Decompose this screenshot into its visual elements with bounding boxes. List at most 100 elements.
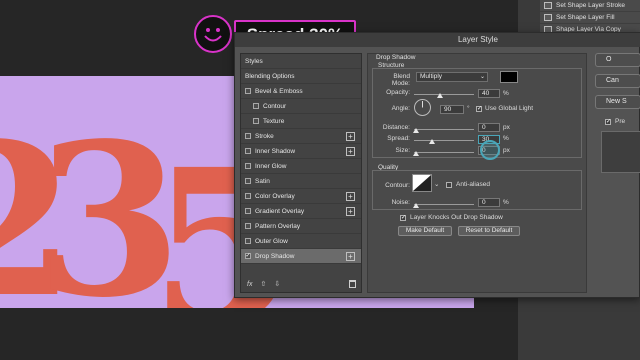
size-slider[interactable] <box>414 152 474 153</box>
list-item-texture[interactable]: Texture <box>241 114 361 129</box>
shadow-color-swatch[interactable] <box>500 71 518 83</box>
list-item-inner-glow[interactable]: Inner Glow <box>241 159 361 174</box>
styles-list-footer: fx ⇧ ⇩ <box>241 276 361 292</box>
move-up-icon[interactable]: ⇧ <box>260 280 266 288</box>
menu-item-set-fill[interactable]: Set Shape Layer Fill <box>540 12 640 24</box>
layer-icon <box>544 14 552 21</box>
list-item-label: Drop Shadow <box>255 252 295 260</box>
checkbox[interactable] <box>245 133 251 139</box>
add-gradient-overlay-button[interactable]: + <box>346 206 355 216</box>
chevron-down-icon[interactable]: ⌄ <box>434 180 439 188</box>
list-item-label: Bevel & Emboss <box>255 87 303 95</box>
checkbox-checked[interactable]: ✓ <box>245 253 251 259</box>
preview-label: Pre <box>615 118 626 125</box>
anti-aliased-checkbox[interactable] <box>446 182 452 188</box>
layer-context-menu: Set Shape Layer Stroke Set Shape Layer F… <box>540 0 640 36</box>
list-item-label: Inner Glow <box>255 162 287 170</box>
blend-mode-select[interactable]: Multiply ⌄ <box>416 72 488 82</box>
checkbox[interactable] <box>245 238 251 244</box>
distance-slider-thumb[interactable] <box>413 128 419 133</box>
trash-icon[interactable] <box>349 280 356 288</box>
list-item-color-overlay[interactable]: Color Overlay + <box>241 189 361 204</box>
angle-field[interactable]: 90 <box>440 105 464 114</box>
noise-slider-thumb[interactable] <box>413 203 419 208</box>
section-title: Drop Shadow <box>376 54 416 61</box>
styles-list: Styles Blending Options Bevel & Emboss C… <box>240 53 362 293</box>
list-item-gradient-overlay[interactable]: Gradient Overlay + <box>241 204 361 219</box>
opacity-slider[interactable] <box>414 94 474 95</box>
list-item-inner-shadow[interactable]: Inner Shadow + <box>241 144 361 159</box>
spread-slider[interactable] <box>414 140 474 141</box>
move-down-icon[interactable]: ⇩ <box>274 280 280 288</box>
opacity-label: Opacity: <box>386 89 410 96</box>
list-item-label: Styles <box>245 57 263 65</box>
checkbox[interactable] <box>245 223 251 229</box>
menu-item-label: Set Shape Layer Fill <box>556 14 615 21</box>
list-item-pattern-overlay[interactable]: Pattern Overlay <box>241 219 361 234</box>
distance-field[interactable]: 0 <box>478 123 500 132</box>
use-global-light-checkbox[interactable]: ✓ <box>476 106 482 112</box>
chevron-down-icon: ⌄ <box>479 74 485 80</box>
fx-icon[interactable]: fx <box>247 281 252 288</box>
opacity-slider-thumb[interactable] <box>437 93 443 98</box>
layer-style-dialog: Layer Style Styles Blending Options Beve… <box>234 32 640 298</box>
mouse-cursor-icon <box>480 140 500 160</box>
spread-label: Spread: <box>387 135 410 142</box>
list-item-bevel-emboss[interactable]: Bevel & Emboss <box>241 84 361 99</box>
list-item-satin[interactable]: Satin <box>241 174 361 189</box>
list-item-outer-glow[interactable]: Outer Glow <box>241 234 361 249</box>
size-slider-thumb[interactable] <box>413 151 419 156</box>
noise-unit: % <box>503 199 509 206</box>
noise-field[interactable]: 0 <box>478 198 500 207</box>
checkbox[interactable] <box>245 163 251 169</box>
checkbox[interactable] <box>245 88 251 94</box>
opacity-unit: % <box>503 90 509 97</box>
distance-unit: px <box>503 124 510 131</box>
preview-checkbox[interactable]: ✓ <box>605 119 611 125</box>
checkbox[interactable] <box>245 148 251 154</box>
spread-slider-thumb[interactable] <box>429 139 435 144</box>
drop-shadow-settings: Drop Shadow Structure Blend Mode: Multip… <box>367 53 587 293</box>
make-default-button[interactable]: Make Default <box>398 226 452 236</box>
add-inner-shadow-button[interactable]: + <box>346 146 355 156</box>
opacity-field[interactable]: 40 <box>478 89 500 98</box>
list-item-blending-options[interactable]: Blending Options <box>241 69 361 84</box>
spread-unit: % <box>503 135 509 142</box>
add-drop-shadow-button[interactable]: + <box>346 251 355 261</box>
blend-mode-value: Multiply <box>420 73 443 80</box>
knockout-checkbox[interactable]: ✓ <box>400 215 406 221</box>
checkbox[interactable] <box>245 208 251 214</box>
list-item-stroke[interactable]: Stroke + <box>241 129 361 144</box>
add-color-overlay-button[interactable]: + <box>346 191 355 201</box>
knockout-label: Layer Knocks Out Drop Shadow <box>410 214 503 221</box>
list-item-label: Blending Options <box>245 72 295 80</box>
list-item-label: Gradient Overlay <box>255 207 305 215</box>
layer-icon <box>544 2 552 9</box>
contour-label: Contour: <box>385 182 410 189</box>
new-style-button[interactable]: New S <box>595 95 640 109</box>
ok-button[interactable]: O <box>595 53 640 67</box>
noise-slider[interactable] <box>414 204 474 205</box>
contour-picker[interactable] <box>412 174 432 192</box>
dialog-title: Layer Style <box>235 33 640 47</box>
distance-label: Distance: <box>382 124 410 131</box>
reset-default-button[interactable]: Reset to Default <box>458 226 520 236</box>
menu-item-set-stroke[interactable]: Set Shape Layer Stroke <box>540 0 640 12</box>
angle-label: Angle: <box>391 105 410 112</box>
list-item-label: Satin <box>255 177 270 185</box>
add-stroke-button[interactable]: + <box>346 131 355 141</box>
style-preview <box>601 131 640 173</box>
size-unit: px <box>503 147 510 154</box>
checkbox[interactable] <box>245 178 251 184</box>
angle-dial[interactable] <box>414 99 431 116</box>
styles-header[interactable]: Styles <box>241 54 361 69</box>
distance-slider[interactable] <box>414 129 474 130</box>
list-item-contour[interactable]: Contour <box>241 99 361 114</box>
list-item-drop-shadow[interactable]: ✓ Drop Shadow + <box>241 249 361 264</box>
checkbox[interactable] <box>253 103 259 109</box>
list-item-label: Pattern Overlay <box>255 222 301 230</box>
checkbox[interactable] <box>245 193 251 199</box>
cancel-button[interactable]: Can <box>595 74 640 88</box>
checkbox[interactable] <box>253 118 259 124</box>
menu-item-label: Set Shape Layer Stroke <box>556 2 626 9</box>
